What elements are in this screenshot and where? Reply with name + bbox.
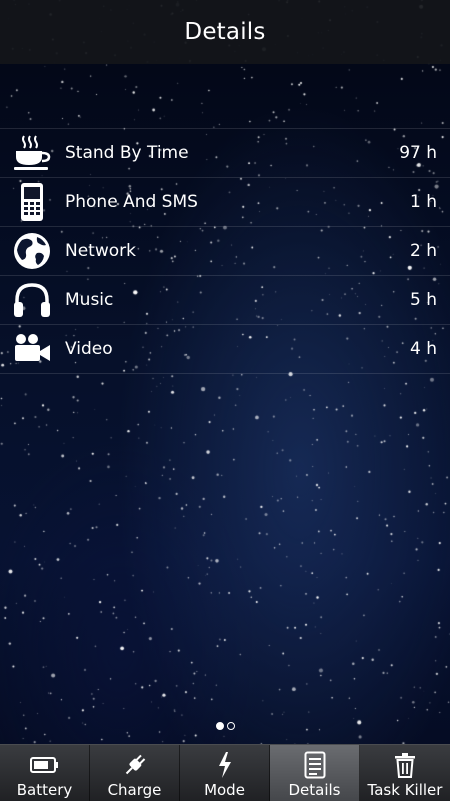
starfield-background xyxy=(0,0,450,800)
coffee-cup-icon xyxy=(12,133,52,173)
row-value: 1 h xyxy=(410,192,437,212)
row-value: 5 h xyxy=(410,290,437,310)
globe-icon xyxy=(12,231,52,271)
list-item-phone-and-sms[interactable]: Phone And SMS 1 h xyxy=(0,177,450,226)
tab-battery[interactable]: Battery xyxy=(0,745,90,801)
list-item-music[interactable]: Music 5 h xyxy=(0,275,450,324)
tab-task-killer[interactable]: Task Killer xyxy=(360,745,450,801)
row-value: 2 h xyxy=(410,241,437,261)
headphones-icon xyxy=(12,280,52,320)
tab-label: Task Killer xyxy=(367,781,443,799)
trash-icon xyxy=(394,750,416,780)
tab-label: Battery xyxy=(16,781,73,799)
row-label: Music xyxy=(65,290,114,310)
document-icon xyxy=(304,750,326,780)
list-item-stand-by-time[interactable]: Stand By Time 97 h xyxy=(0,128,450,177)
page-indicator xyxy=(0,722,450,734)
row-value: 4 h xyxy=(410,339,437,359)
row-label: Phone And SMS xyxy=(65,192,198,212)
list-item-network[interactable]: Network 2 h xyxy=(0,226,450,275)
tab-details[interactable]: Details xyxy=(270,745,360,801)
tab-label: Charge xyxy=(107,781,162,799)
tab-label: Mode xyxy=(204,781,245,799)
tab-label: Details xyxy=(288,781,341,799)
page-dot-1[interactable] xyxy=(215,722,224,730)
bottom-tab-bar: Battery Charge Mode Details Task Killer xyxy=(0,744,450,801)
usage-details-list: Stand By Time 97 h Phone And SMS 1 h Net… xyxy=(0,128,450,374)
lightning-icon xyxy=(216,750,234,780)
title-bar: Details xyxy=(0,0,450,64)
battery-icon xyxy=(29,750,60,780)
row-label: Stand By Time xyxy=(65,143,189,163)
row-value: 97 h xyxy=(399,143,437,163)
phone-icon xyxy=(12,182,52,222)
page-title: Details xyxy=(184,19,266,45)
list-item-video[interactable]: Video 4 h xyxy=(0,324,450,374)
plug-icon xyxy=(122,750,148,780)
video-camera-icon xyxy=(12,329,52,369)
tab-charge[interactable]: Charge xyxy=(90,745,180,801)
row-label: Network xyxy=(65,241,136,261)
row-label: Video xyxy=(65,339,113,359)
page-dot-2[interactable] xyxy=(226,722,235,730)
tab-mode[interactable]: Mode xyxy=(180,745,270,801)
